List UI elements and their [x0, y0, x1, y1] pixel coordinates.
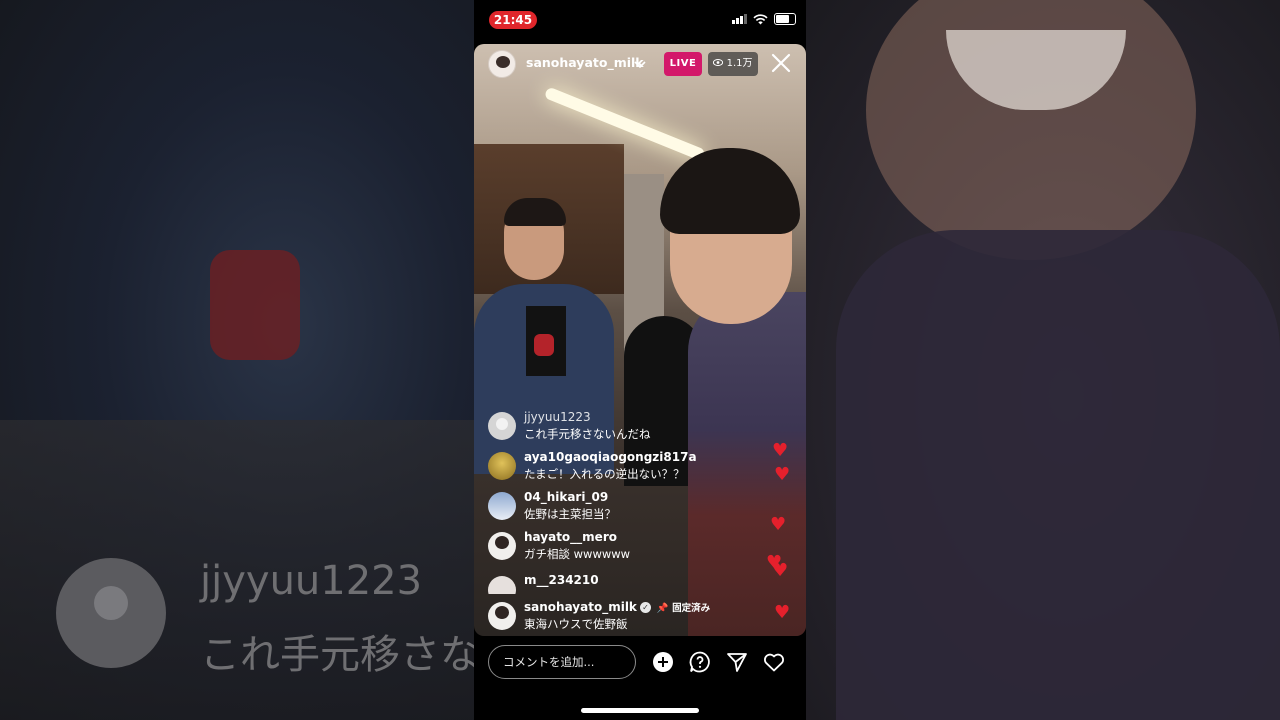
blurred-sweater-shape	[836, 230, 1280, 720]
close-icon[interactable]	[768, 50, 794, 76]
video-person-left-print	[534, 334, 554, 356]
heart-reaction: ♥	[772, 560, 789, 581]
status-icons	[732, 13, 796, 25]
pin-icon: 📌	[656, 603, 669, 614]
question-icon[interactable]	[688, 650, 712, 674]
wifi-icon	[753, 13, 768, 24]
host-avatar[interactable]	[488, 50, 516, 78]
cellular-signal-icon	[732, 14, 747, 24]
comment-list: jjyyuu1223 これ手元移さないんだね aya10gaoqiaogongz…	[488, 410, 728, 640]
comment-avatar[interactable]	[488, 492, 516, 520]
comment-username[interactable]: m__234210	[524, 573, 599, 587]
comment-text: ガチ相談 wwwwww	[524, 547, 631, 561]
comment-username[interactable]: hayato__mero	[524, 530, 617, 544]
comment-item: 04_hikari_09 佐野は主菜担当？	[488, 490, 728, 530]
comment-input[interactable]	[488, 645, 636, 679]
comment-text: 佐野は主菜担当？	[524, 507, 616, 521]
heart-reaction: ♥	[772, 440, 789, 461]
comment-avatar[interactable]	[488, 602, 516, 630]
status-bar: 21:45	[474, 0, 806, 40]
eye-icon	[713, 59, 724, 66]
floating-hearts: ♥ ♥ ♥ ♥ ♥ ♥	[764, 440, 804, 630]
blurred-comment-avatar	[56, 558, 166, 668]
comment-username[interactable]: sanohayato_milk	[524, 600, 637, 614]
comment-item: jjyyuu1223 これ手元移さないんだね	[488, 410, 728, 450]
send-icon[interactable]	[725, 650, 749, 674]
home-indicator[interactable]	[581, 708, 699, 713]
heart-icon[interactable]	[762, 650, 786, 674]
bottom-action-bar	[474, 640, 806, 690]
chevron-down-icon[interactable]	[634, 61, 646, 69]
comment-username[interactable]: jjyyuu1223	[524, 410, 591, 424]
comment-avatar[interactable]	[488, 532, 516, 560]
viewer-count[interactable]: 1.1万	[708, 52, 758, 76]
comment-avatar[interactable]	[488, 576, 516, 594]
host-username[interactable]: sanohayato_milk	[526, 55, 644, 70]
status-time: 21:45	[489, 11, 537, 29]
pinned-label: 📌 固定済み	[657, 603, 710, 614]
comment-text: たまご！入れるの逆出ない？？	[524, 467, 685, 481]
comment-avatar[interactable]	[488, 412, 516, 440]
comment-text: これ手元移さないんだね	[524, 427, 651, 441]
comment-item: aya10gaoqiaogongzi817a たまご！入れるの逆出ない？？	[488, 450, 728, 490]
comment-item: hayato__mero ガチ相談 wwwwww	[488, 530, 728, 570]
comment-item: m__234210	[488, 570, 728, 594]
video-person-right-hair	[660, 148, 800, 234]
heart-reaction: ♥	[774, 602, 791, 623]
blurred-shirt-shape	[210, 250, 300, 360]
blurred-comment-user: jjyyuu1223	[200, 558, 423, 604]
heart-reaction: ♥	[770, 514, 787, 535]
comment-username[interactable]: 04_hikari_09	[524, 490, 608, 504]
video-person-left-hair	[504, 198, 566, 226]
comment-username[interactable]: aya10gaoqiaogongzi817a	[524, 450, 697, 464]
pinned-comment-header: sanohayato_milk ✓ 📌 固定済み	[524, 600, 710, 614]
pinned-comment: sanohayato_milk ✓ 📌 固定済み 東海ハウスで佐野飯	[488, 600, 728, 640]
viewer-count-value: 1.1万	[726, 58, 753, 69]
phone-screen: 21:45 sanohayato_milk LIVE 1.1万 jjyyuu12…	[474, 0, 806, 720]
blurred-background-right	[806, 0, 1280, 720]
comment-avatar[interactable]	[488, 452, 516, 480]
live-badge: LIVE	[664, 52, 702, 76]
blurred-background-left: jjyyuu1223 これ手元移さな	[0, 0, 474, 720]
heart-reaction: ♥	[774, 464, 791, 485]
battery-icon	[774, 13, 796, 25]
verified-icon: ✓	[639, 602, 651, 613]
live-header: sanohayato_milk LIVE 1.1万	[474, 44, 806, 84]
comment-text: 東海ハウスで佐野飯	[524, 617, 628, 631]
blurred-comment-text: これ手元移さな	[200, 632, 474, 678]
pinned-label-text: 固定済み	[672, 603, 711, 614]
plus-icon[interactable]	[651, 650, 675, 674]
